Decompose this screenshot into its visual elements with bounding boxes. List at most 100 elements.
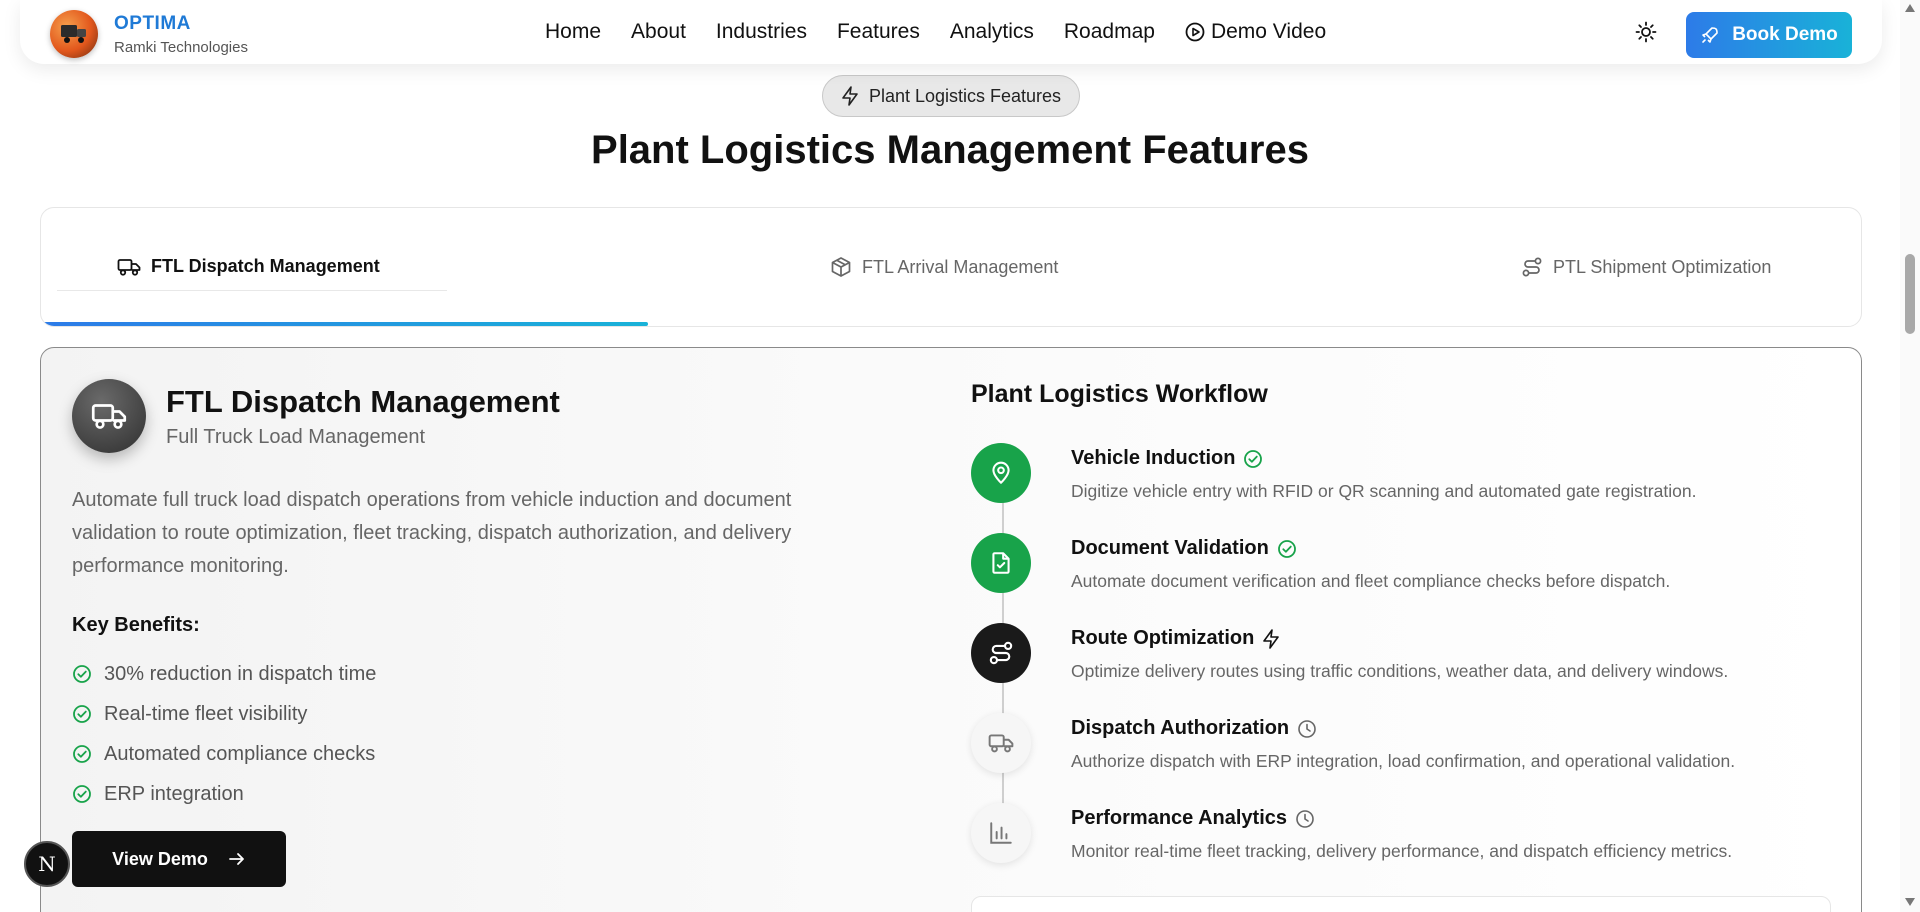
workflow-step-dispatch-authorization: Dispatch Authorization Authorize dispatc… <box>971 713 1831 783</box>
check-circle-icon <box>73 665 91 683</box>
brand-subtitle: Ramki Technologies <box>114 38 248 56</box>
workflow-step-document-validation: Document Validation Automate document ve… <box>971 533 1831 603</box>
step-name: Route Optimization <box>1071 627 1280 650</box>
logo-icon <box>50 10 98 58</box>
card-subtitle: Full Truck Load Management <box>166 426 426 448</box>
floating-badge-letter: N <box>38 852 56 876</box>
step-name-label: Route Optimization <box>1071 627 1255 649</box>
route-icon <box>971 623 1031 683</box>
truck-icon <box>971 713 1031 773</box>
book-demo-label: Book Demo <box>1732 24 1838 45</box>
sun-icon <box>1635 21 1657 43</box>
nav-demo-video[interactable]: Demo Video <box>1185 20 1326 44</box>
rocket-icon <box>1702 27 1719 43</box>
tab-ftl-arrival[interactable]: FTL Arrival Management <box>830 256 1058 278</box>
nav-analytics[interactable]: Analytics <box>950 20 1034 44</box>
nav-roadmap-label: Roadmap <box>1063 20 1155 43</box>
workflow-step-performance-analytics: Performance Analytics Monitor real-time … <box>971 803 1831 873</box>
nav-demo-video-label: Demo Video <box>1210 20 1327 43</box>
step-name-label: Dispatch Authorization <box>1071 717 1290 739</box>
nav-features-label: Features <box>836 20 920 43</box>
tab-progress-bar <box>41 322 648 326</box>
scrollbar[interactable] <box>1900 0 1920 912</box>
play-circle-icon <box>1185 22 1205 42</box>
step-name: Performance Analytics <box>1071 807 1315 830</box>
list-item: 30% reduction in dispatch time <box>72 654 376 694</box>
clock-icon <box>1296 809 1314 828</box>
scroll-up-arrow-icon[interactable] <box>1905 4 1915 12</box>
benefit-label: Automated compliance checks <box>104 742 376 765</box>
bar-chart-icon <box>971 803 1031 863</box>
check-circle-icon <box>1244 449 1263 468</box>
step-name: Document Validation <box>1071 537 1297 560</box>
step-name: Dispatch Authorization <box>1071 717 1317 740</box>
feature-tabs: FTL Dispatch Management FTL Arrival Mana… <box>40 207 1862 327</box>
site-header: OPTIMA Ramki Technologies Home About Ind… <box>20 0 1882 64</box>
check-circle-icon <box>73 785 91 803</box>
package-icon <box>831 257 851 277</box>
map-pin-icon <box>971 443 1031 503</box>
main-nav: Home About Industries Features Analytics… <box>545 20 1356 44</box>
workflow-title: Plant Logistics Workflow <box>971 380 1268 408</box>
feature-card: FTL Dispatch Management Full Truck Load … <box>40 347 1862 912</box>
tab-divider <box>57 290 447 291</box>
tab-ftl-dispatch-label: FTL Dispatch Management <box>151 256 380 276</box>
nav-home-label: Home <box>545 20 602 43</box>
nav-roadmap[interactable]: Roadmap <box>1064 20 1155 44</box>
floating-dev-badge[interactable]: N <box>24 841 70 887</box>
step-name: Vehicle Induction <box>1071 447 1263 470</box>
tab-ptl-shipment-label: PTL Shipment Optimization <box>1553 256 1772 277</box>
check-circle-icon <box>1277 539 1296 558</box>
benefit-label: ERP integration <box>104 782 244 805</box>
step-name-label: Performance Analytics <box>1071 807 1288 829</box>
step-name-label: Document Validation <box>1071 537 1269 559</box>
benefit-label: 30% reduction in dispatch time <box>104 662 377 685</box>
card-description: Automate full truck load dispatch operat… <box>72 489 792 577</box>
view-demo-label: View Demo <box>112 848 208 869</box>
book-demo-button[interactable]: Book Demo <box>1686 12 1852 58</box>
section-badge: Plant Logistics Features <box>822 75 1080 117</box>
nav-features[interactable]: Features <box>837 20 920 44</box>
step-description: Authorize dispatch with ERP integration,… <box>1071 751 1736 771</box>
view-demo-button[interactable]: View Demo <box>72 831 286 887</box>
step-description: Optimize delivery routes using traffic c… <box>1071 661 1729 681</box>
step-description: Monitor real-time fleet tracking, delive… <box>1071 841 1733 861</box>
workflow-step-route-optimization: Route Optimization Optimize delivery rou… <box>971 623 1831 693</box>
nav-industries[interactable]: Industries <box>716 20 807 44</box>
file-check-icon <box>971 533 1031 593</box>
theme-toggle-button[interactable] <box>1634 20 1658 44</box>
nav-analytics-label: Analytics <box>949 20 1034 43</box>
benefit-label: Real-time fleet visibility <box>104 702 308 725</box>
step-description: Automate document verification and fleet… <box>1071 571 1671 591</box>
route-icon <box>1522 257 1542 277</box>
nav-about-label: About <box>631 20 686 43</box>
benefits-list: 30% reduction in dispatch time Real-time… <box>72 654 376 814</box>
tab-ptl-shipment[interactable]: PTL Shipment Optimization <box>1521 256 1771 278</box>
nav-home[interactable]: Home <box>545 20 601 44</box>
lightning-icon <box>842 86 858 106</box>
list-item: ERP integration <box>72 774 376 814</box>
workflow-step-vehicle-induction: Vehicle Induction Digitize vehicle entry… <box>971 443 1831 513</box>
truck-icon <box>117 258 141 276</box>
check-circle-icon <box>73 745 91 763</box>
tab-ftl-arrival-label: FTL Arrival Management <box>862 256 1059 277</box>
benefits-title: Key Benefits: <box>72 614 200 636</box>
clock-icon <box>1298 719 1316 738</box>
list-item: Real-time fleet visibility <box>72 694 376 734</box>
lightning-icon <box>1263 628 1280 649</box>
workflow-next-panel <box>971 896 1831 912</box>
step-description: Digitize vehicle entry with RFID or QR s… <box>1071 481 1697 501</box>
tab-ftl-dispatch[interactable]: FTL Dispatch Management <box>117 256 380 277</box>
arrow-right-icon <box>228 853 244 865</box>
section-title: Plant Logistics Management Features <box>591 128 1309 172</box>
scroll-thumb[interactable] <box>1905 254 1915 334</box>
step-name-label: Vehicle Induction <box>1071 447 1236 469</box>
brand[interactable]: OPTIMA Ramki Technologies <box>50 10 248 58</box>
brand-name: OPTIMA <box>114 12 191 34</box>
section-badge-label: Plant Logistics Features <box>868 85 1062 106</box>
card-title: FTL Dispatch Management <box>166 384 560 419</box>
nav-about[interactable]: About <box>631 20 686 44</box>
scroll-down-arrow-icon[interactable] <box>1905 898 1915 906</box>
nav-industries-label: Industries <box>715 20 807 43</box>
truck-icon <box>72 379 146 453</box>
